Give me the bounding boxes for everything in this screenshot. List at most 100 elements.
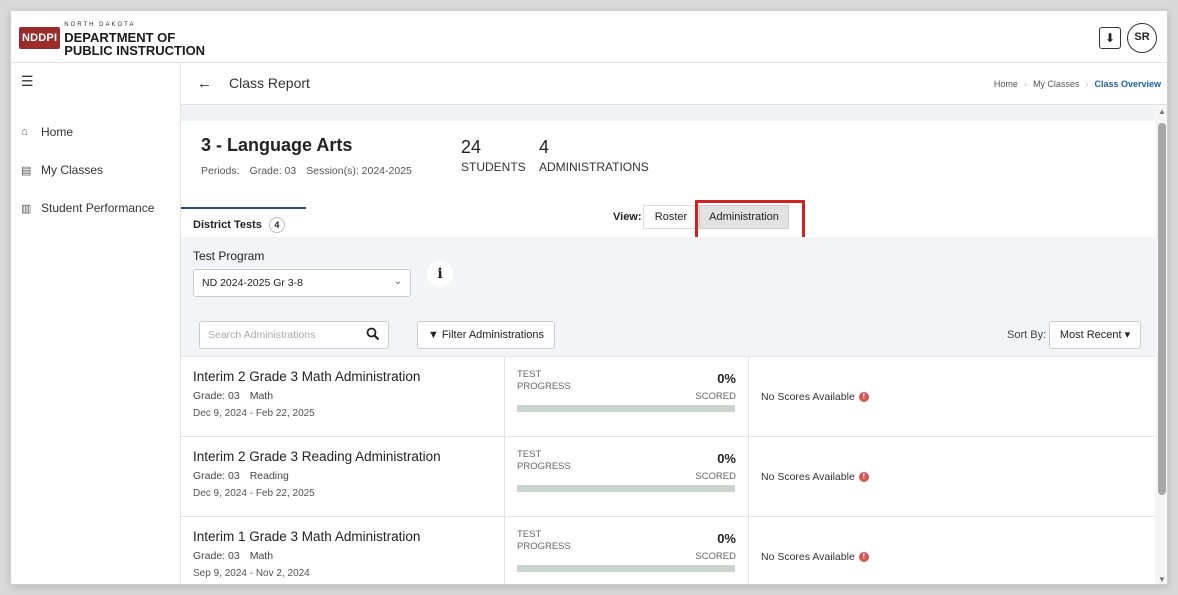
progress-label-1: TEST [517, 369, 542, 380]
class-report-panel: 3 - Language Arts Periods: Grade: 03 Ses… [181, 121, 1155, 584]
breadcrumb-separator-icon: › [1023, 79, 1027, 89]
app-window: NDDPI NORTH DAKOTA DEPARTMENT OF PUBLIC … [10, 10, 1168, 585]
administration-title[interactable]: Interim 1 Grade 3 Math Administration [193, 529, 492, 544]
download-icon: ⬇ [1104, 31, 1116, 45]
scored-label: SCORED [695, 551, 736, 562]
administration-title[interactable]: Interim 2 Grade 3 Math Administration [193, 369, 492, 384]
test-progress: TEST PROGRESS 0% SCORED [505, 517, 749, 584]
scores-status-text: No Scores Available [761, 551, 855, 563]
view-administration-button[interactable]: Administration [699, 205, 789, 229]
students-count: 24 [461, 137, 482, 157]
nddpi-logo[interactable]: NDDPI NORTH DAKOTA DEPARTMENT OF PUBLIC … [19, 21, 205, 57]
scores-status-text: No Scores Available [761, 471, 855, 483]
progress-percent: 0% [717, 371, 736, 386]
breadcrumb-home[interactable]: Home [994, 79, 1018, 89]
sort-dropdown[interactable]: Most Recent ▾ [1049, 321, 1141, 349]
progress-label-1: TEST [517, 529, 542, 540]
alert-icon[interactable]: ! [858, 472, 869, 482]
periods-label: Periods: [201, 165, 240, 177]
download-button[interactable]: ⬇ [1099, 27, 1121, 49]
sidebar-item-label: My Classes [41, 163, 104, 177]
test-program-select[interactable]: ND 2024-2025 Gr 3-8 ⌄ [193, 269, 411, 297]
progress-bar [517, 405, 735, 412]
tab-district-tests[interactable]: District Tests 4 [181, 207, 306, 237]
view-roster-button[interactable]: Roster [643, 205, 699, 229]
administration-subject: Math [249, 390, 274, 402]
vertical-scrollbar[interactable]: ▲ ▼ [1155, 105, 1167, 584]
caret-down-icon: ▾ [1124, 329, 1131, 341]
administration-title[interactable]: Interim 2 Grade 3 Reading Administration [193, 449, 492, 464]
scores-status: No Scores Available ! [749, 357, 1155, 437]
sidebar-item-label: Student Performance [41, 201, 155, 215]
info-icon[interactable]: i [427, 261, 453, 287]
breadcrumb-separator-icon: › [1085, 79, 1089, 89]
scroll-up-icon[interactable]: ▲ [1158, 107, 1166, 116]
administrations-count: 4 [539, 137, 550, 157]
back-arrow-icon[interactable]: ← [197, 75, 212, 92]
grade-label: Grade: 03 [249, 165, 297, 177]
scrollbar-thumb[interactable] [1158, 123, 1166, 495]
sort-value: Most Recent [1059, 329, 1122, 341]
class-title: 3 - Language Arts [201, 135, 353, 155]
progress-percent: 0% [717, 451, 736, 466]
classes-icon: ▤ [21, 164, 32, 177]
test-progress: TEST PROGRESS 0% SCORED [505, 437, 749, 517]
search-icon[interactable] [366, 327, 380, 341]
administration-subject: Reading [249, 470, 289, 482]
session-label: Session(s): 2024-2025 [306, 165, 412, 177]
administrations-list: Interim 2 Grade 3 Math Administration Gr… [181, 357, 1155, 584]
menu-icon[interactable]: ☰ [21, 73, 34, 90]
administration-row[interactable]: Interim 2 Grade 3 Math Administration Gr… [181, 357, 1155, 437]
administration-meta: Grade: 03 Math [193, 390, 492, 402]
sidebar-item-label: Home [41, 125, 74, 139]
administration-subject: Math [249, 550, 274, 562]
main-area: ← Class Report Home › My Classes › Class… [181, 63, 1167, 584]
administration-grade: Grade: 03 [193, 550, 240, 562]
tab-strip: District Tests 4 View: Roster Administra… [181, 200, 1155, 248]
test-program-label: Test Program [193, 249, 265, 263]
administration-grade: Grade: 03 [193, 390, 240, 402]
page-header: ← Class Report Home › My Classes › Class… [181, 63, 1167, 105]
progress-bar [517, 565, 735, 572]
filters-panel: Test Program ND 2024-2025 Gr 3-8 ⌄ i ▼ F… [181, 237, 1155, 357]
view-label: View: [613, 211, 642, 223]
administration-info: Interim 2 Grade 3 Math Administration Gr… [181, 357, 505, 437]
students-stat: 24 STUDENTS [461, 137, 526, 174]
progress-label-1: TEST [517, 449, 542, 460]
filter-administrations-button[interactable]: ▼ Filter Administrations [417, 321, 555, 349]
test-program-value: ND 2024-2025 Gr 3-8 [202, 277, 303, 289]
sidebar-item-home[interactable]: ⌂ Home [21, 125, 73, 139]
search-box [199, 321, 389, 349]
top-bar: NDDPI NORTH DAKOTA DEPARTMENT OF PUBLIC … [11, 11, 1167, 63]
filter-button-label: Filter Administrations [441, 329, 545, 341]
sidebar: ☰ ⌂ Home ▤ My Classes ▥ Student Performa… [11, 63, 181, 584]
scored-label: SCORED [695, 471, 736, 482]
test-progress: TEST PROGRESS 0% SCORED [505, 357, 749, 437]
administration-grade: Grade: 03 [193, 470, 240, 482]
scores-status: No Scores Available ! [749, 437, 1155, 517]
search-input[interactable] [200, 322, 360, 348]
tab-count-badge: 4 [268, 217, 285, 233]
breadcrumb-my-classes[interactable]: My Classes [1033, 79, 1080, 89]
chevron-down-icon: ⌄ [393, 276, 402, 287]
administration-info: Interim 1 Grade 3 Math Administration Gr… [181, 517, 505, 584]
scroll-down-icon[interactable]: ▼ [1158, 575, 1166, 584]
page-title: Class Report [229, 75, 310, 91]
user-avatar[interactable]: SR [1127, 23, 1157, 53]
alert-icon[interactable]: ! [858, 552, 869, 562]
progress-bar [517, 485, 735, 492]
scored-label: SCORED [695, 391, 736, 402]
alert-icon[interactable]: ! [858, 392, 869, 402]
breadcrumb: Home › My Classes › Class Overview [994, 79, 1161, 89]
administration-dates: Dec 9, 2024 - Feb 22, 2025 [193, 408, 315, 419]
sidebar-item-student-performance[interactable]: ▥ Student Performance [21, 201, 154, 215]
sidebar-item-my-classes[interactable]: ▤ My Classes [21, 163, 103, 177]
administration-dates: Sep 9, 2024 - Nov 2, 2024 [193, 568, 310, 579]
administrations-label: ADMINISTRATIONS [539, 160, 649, 174]
administration-row[interactable]: Interim 2 Grade 3 Reading Administration… [181, 437, 1155, 517]
progress-percent: 0% [717, 531, 736, 546]
students-label: STUDENTS [461, 160, 526, 174]
administration-row[interactable]: Interim 1 Grade 3 Math Administration Gr… [181, 517, 1155, 584]
logo-line-1: DEPARTMENT OF [64, 29, 176, 45]
logo-state: NORTH DAKOTA [64, 21, 136, 28]
